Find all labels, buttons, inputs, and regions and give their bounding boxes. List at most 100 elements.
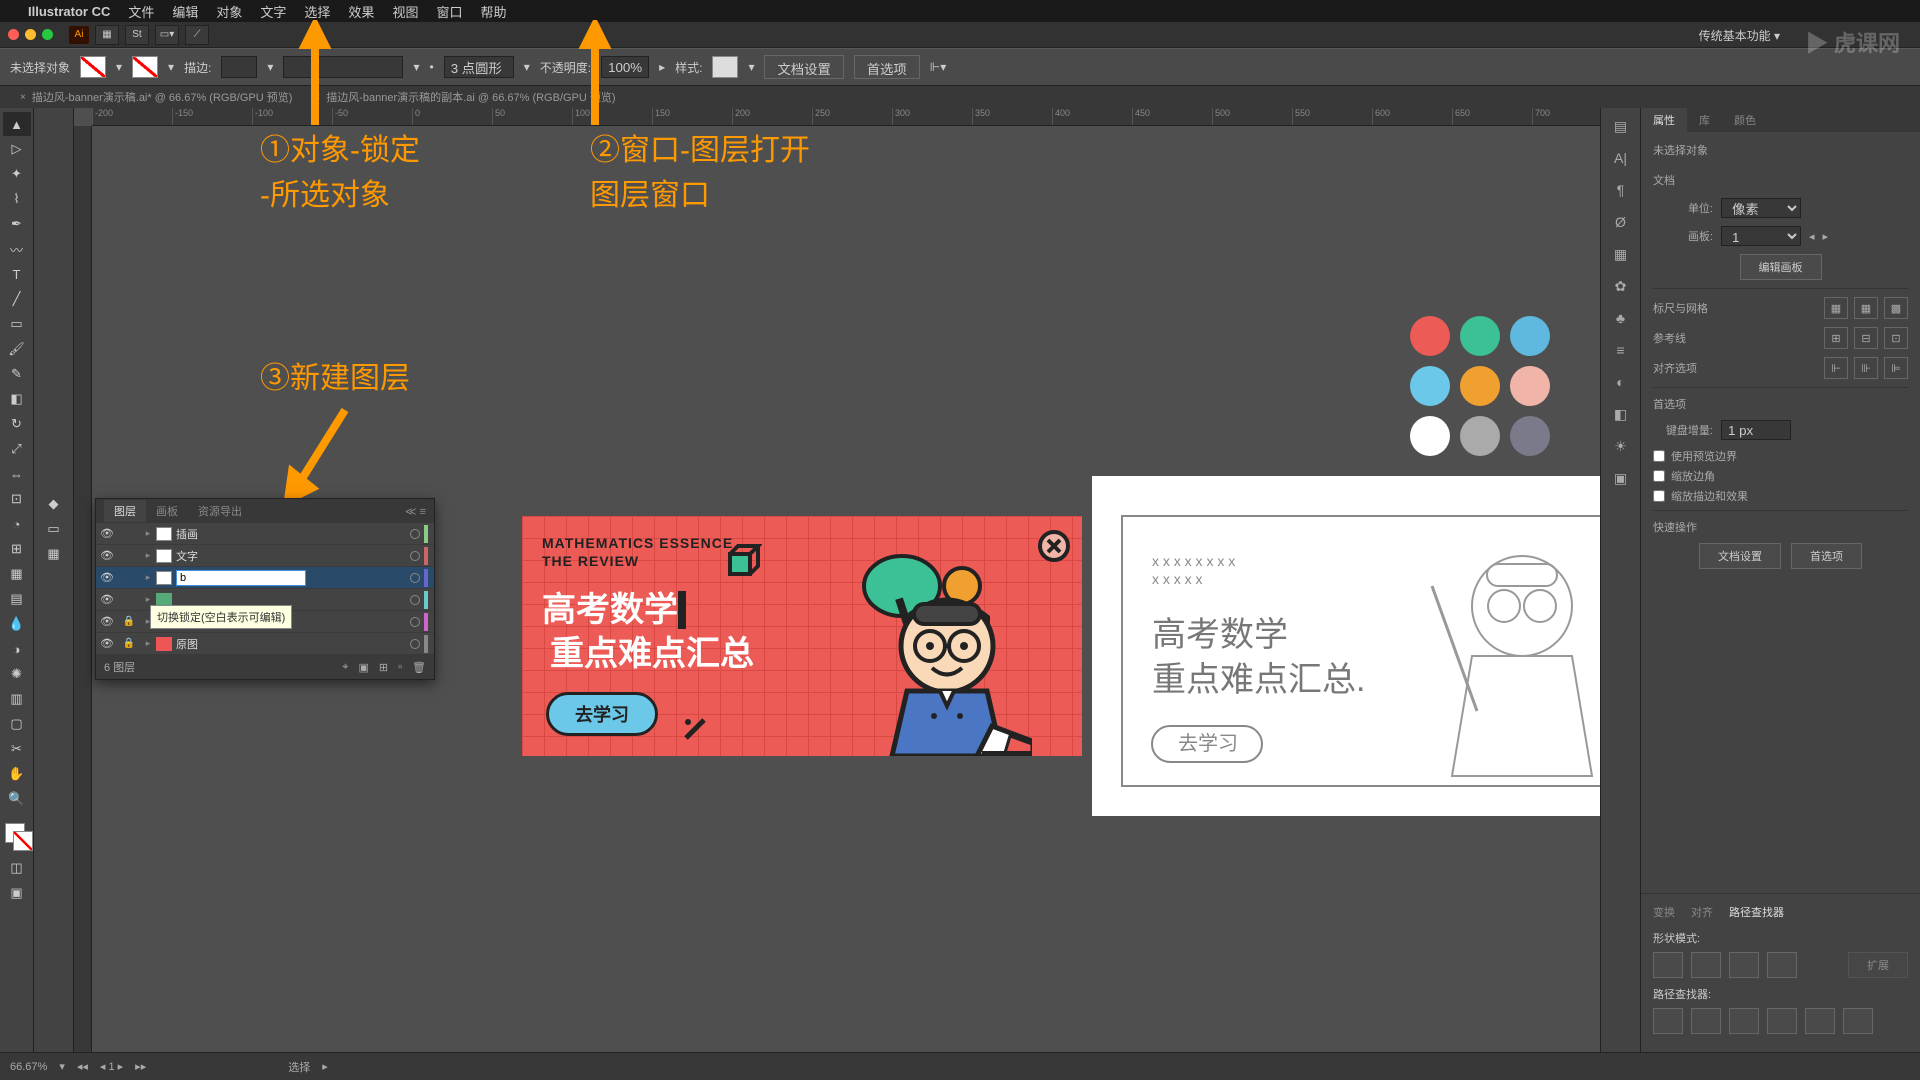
menu-window[interactable]: 窗口 (436, 2, 462, 21)
free-transform[interactable]: ⊡ (3, 487, 31, 511)
brush-tool[interactable]: 🖌 (3, 337, 31, 361)
bridge-icon[interactable]: ▦ (95, 25, 119, 45)
visibility-icon[interactable]: 👁 (96, 549, 118, 562)
artboard-nav-next[interactable]: ▸▸ (135, 1060, 146, 1073)
gradient-icon[interactable]: ◐ (1606, 368, 1636, 396)
doc-tab-1[interactable]: ×描边风-banner演示稿.ai* @ 66.67% (RGB/GPU 预览) (10, 86, 302, 108)
guides-icon[interactable]: ⊞ (1824, 327, 1848, 349)
selection-tool[interactable]: ▲ (3, 112, 31, 136)
chk-scale-corners[interactable] (1653, 470, 1665, 482)
graphic-styles-icon[interactable]: ▣ (1606, 464, 1636, 492)
artboard-nav-prev[interactable]: ◂◂ (77, 1060, 88, 1073)
fill-stroke-indicator[interactable] (3, 821, 31, 855)
graphic-style[interactable] (712, 56, 738, 78)
trim-icon[interactable] (1691, 1008, 1721, 1034)
transparency-icon[interactable]: ◧ (1606, 400, 1636, 428)
perspective-tool[interactable]: ⊞ (3, 537, 31, 561)
minus-back-icon[interactable] (1843, 1008, 1873, 1034)
target-icon[interactable] (410, 573, 420, 583)
draw-mode[interactable]: ◫ (3, 856, 31, 880)
exclude-icon[interactable] (1767, 952, 1797, 978)
curvature-tool[interactable]: 〰 (3, 237, 31, 261)
gradient-tool[interactable]: ▤ (3, 587, 31, 611)
menu-help[interactable]: 帮助 (480, 2, 506, 21)
blend-tool[interactable]: ◑ (3, 637, 31, 661)
target-icon[interactable] (410, 529, 420, 539)
align-icon[interactable]: ⊩▾ (930, 60, 946, 74)
unit-select[interactable]: 像素 (1721, 198, 1801, 218)
menu-view[interactable]: 视图 (392, 2, 418, 21)
layers-tab[interactable]: 图层 (104, 500, 146, 522)
graph-tool[interactable]: ▥ (3, 687, 31, 711)
expand-button[interactable]: 扩展 (1848, 952, 1908, 978)
tab-align[interactable]: 对齐 (1691, 904, 1713, 920)
visibility-icon[interactable]: 👁 (96, 571, 118, 584)
type-tool[interactable]: T (3, 262, 31, 286)
grid-icon[interactable]: ▦ (1854, 297, 1878, 319)
swatches-icon[interactable]: ▦ (1606, 240, 1636, 268)
align-center-icon[interactable]: ⊪ (1854, 357, 1878, 379)
align-right-icon[interactable]: ⊫ (1884, 357, 1908, 379)
layer-name-input[interactable] (176, 570, 306, 586)
unite-icon[interactable] (1653, 952, 1683, 978)
artboards-tab[interactable]: 画板 (146, 500, 188, 522)
zoom-tool[interactable]: 🔍 (3, 787, 31, 811)
zoom-level[interactable]: 66.67% (10, 1061, 47, 1073)
align-left-icon[interactable]: ⊩ (1824, 357, 1848, 379)
tab-properties[interactable]: 属性 (1641, 108, 1687, 132)
zoom-window[interactable] (42, 29, 53, 40)
outline-icon[interactable] (1805, 1008, 1835, 1034)
minimize-window[interactable] (25, 29, 36, 40)
menu-effect[interactable]: 效果 (348, 2, 374, 21)
crop-icon[interactable] (1767, 1008, 1797, 1034)
artboard-tool[interactable]: ▢ (3, 712, 31, 736)
gpu-icon[interactable]: ⟋ (185, 25, 209, 45)
target-icon[interactable] (410, 551, 420, 561)
direct-select-tool[interactable]: ▷ (3, 137, 31, 161)
panel-toggle-2[interactable]: ▭ (40, 517, 68, 541)
menu-select[interactable]: 选择 (304, 2, 330, 21)
stock-icon[interactable]: St (125, 25, 149, 45)
chk-preview-bounds[interactable] (1653, 450, 1665, 462)
menu-type[interactable]: 文字 (260, 2, 286, 21)
hand-tool[interactable]: ✋ (3, 762, 31, 786)
lock-icon[interactable]: 🔒 (118, 638, 140, 649)
slice-tool[interactable]: ✂ (3, 737, 31, 761)
arrange-icon[interactable]: ▭▾ (155, 25, 179, 45)
locate-icon[interactable]: ⌖ (342, 661, 348, 674)
stroke-profile[interactable] (444, 56, 514, 78)
stroke-weight[interactable] (221, 56, 257, 78)
pen-tool[interactable]: ✒ (3, 212, 31, 236)
mesh-tool[interactable]: ▦ (3, 562, 31, 586)
next-artboard-icon[interactable]: ▸ (1823, 230, 1829, 243)
width-tool[interactable]: ⇔ (3, 462, 31, 486)
ruler-icon[interactable]: ▦ (1824, 297, 1848, 319)
divide-icon[interactable] (1653, 1008, 1683, 1034)
collapse-icon[interactable]: ≪ ≡ (405, 505, 426, 518)
workspace-select[interactable]: 传统基本功能 ▾ (1699, 27, 1780, 44)
chk-scale-strokes[interactable] (1653, 490, 1665, 502)
eyedropper-tool[interactable]: 💧 (3, 612, 31, 636)
doc-setup-button[interactable]: 文档设置 (764, 55, 843, 79)
visibility-icon[interactable]: 👁 (96, 527, 118, 540)
visibility-icon[interactable]: 👁 (96, 593, 118, 606)
prev-artboard-icon[interactable]: ◂ (1809, 230, 1815, 243)
intersect-icon[interactable] (1729, 952, 1759, 978)
lasso-tool[interactable]: ⌇ (3, 187, 31, 211)
char-icon[interactable]: A| (1606, 144, 1636, 172)
lock-icon[interactable]: 🔒 (118, 616, 140, 627)
quick-docset-button[interactable]: 文档设置 (1699, 543, 1781, 569)
scale-tool[interactable]: ⤢ (3, 437, 31, 461)
pencil-tool[interactable]: ✎ (3, 362, 31, 386)
target-icon[interactable] (410, 639, 420, 649)
edit-artboard-button[interactable]: 编辑画板 (1740, 254, 1822, 280)
close-icon[interactable]: × (20, 92, 26, 103)
keyinc-input[interactable] (1721, 420, 1791, 440)
tab-transform[interactable]: 变换 (1653, 904, 1675, 920)
artboard-select[interactable]: 1 (1721, 226, 1801, 246)
clip-mask-icon[interactable]: ▣ (359, 661, 369, 674)
artboard-nav[interactable]: ◂ 1 ▸ (100, 1060, 123, 1073)
tab-pathfinder[interactable]: 路径查找器 (1729, 904, 1784, 920)
stroke-swatch[interactable] (132, 56, 158, 78)
menu-object[interactable]: 对象 (216, 2, 242, 21)
